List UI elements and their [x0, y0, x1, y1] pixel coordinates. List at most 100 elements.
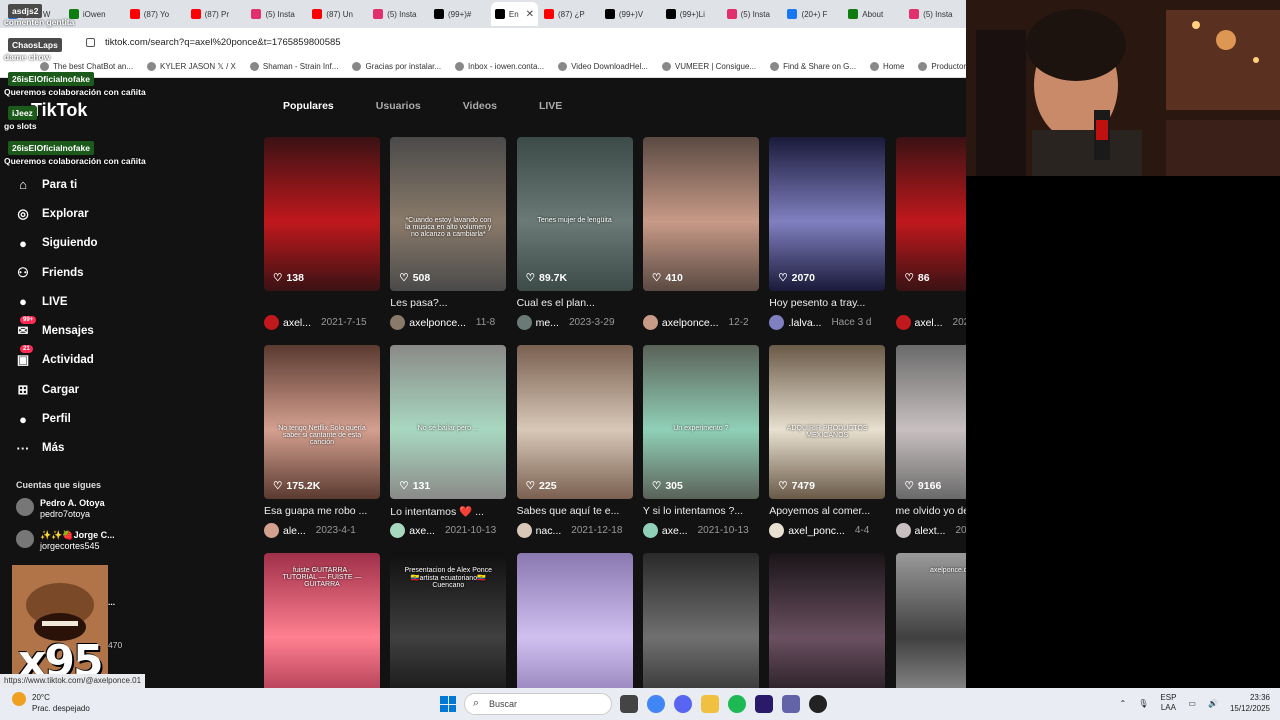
taskview-icon[interactable] — [620, 695, 638, 713]
video-card[interactable]: ADQUIRIR PRODUCTOS MEXICANOS ♡ 7479 Apoyemo… — [769, 345, 886, 538]
video-description[interactable]: Y si lo intentamos ?... — [643, 505, 759, 519]
bookmark-item[interactable]: Productor Coll — [918, 62, 966, 71]
browser-tab[interactable]: (20+) F — [783, 2, 842, 26]
close-tab-icon[interactable]: ✕ — [526, 9, 534, 20]
author-avatar[interactable] — [390, 315, 406, 330]
nav-item-7[interactable]: ⊞ Cargar — [14, 375, 98, 404]
author-name[interactable]: axelponce... — [409, 317, 466, 329]
nav-item-5[interactable]: ✉ 99+ Mensajes — [14, 316, 98, 345]
bookmark-item[interactable]: Shaman - Strain Inf... — [249, 62, 338, 71]
author-name[interactable]: axel... — [915, 317, 943, 329]
author-name[interactable]: me... — [536, 317, 559, 329]
video-description[interactable] — [264, 297, 380, 311]
video-card[interactable]: ♡ 410 axelponce... 12-2 — [642, 137, 759, 330]
browser-tab[interactable]: (99+)V — [601, 2, 660, 26]
video-card[interactable]: fuiste GUITARRA · TUTORIAL — FUISTE — GU… — [264, 553, 380, 707]
address-bar[interactable]: tiktok.com/search?q=axel%20ponce&t=17658… — [0, 28, 966, 56]
bookmark-item[interactable]: Home — [870, 62, 904, 71]
nav-item-0[interactable]: ⌂ Para ti — [14, 170, 98, 199]
video-card[interactable]: No tengo Netflix Solo quería saber si ca… — [264, 345, 380, 538]
video-description[interactable]: Sabes que aquí te e... — [517, 505, 633, 519]
browser-tab[interactable]: (5) Insta — [723, 2, 782, 26]
video-card[interactable]: ♡ 138 axel... 2021-7-15 — [264, 137, 380, 330]
search-tab[interactable]: Usuarios — [376, 100, 421, 112]
video-card[interactable]: ♡ 225 Sabes que aquí te e... nac... 2021-12-… — [516, 345, 633, 538]
nav-item-6[interactable]: ▣ 21 Actividad — [14, 345, 98, 375]
browser-tab[interactable]: (87) Un — [308, 2, 367, 26]
author-name[interactable]: axel_ponc... — [788, 525, 845, 537]
followed-account[interactable]: Pedro A. Otoya pedro7otoya — [16, 498, 105, 520]
video-description[interactable]: Hoy pesento a tray... — [769, 297, 885, 311]
video-thumbnail[interactable]: No sé bailar pero ... ♡ 131 — [390, 345, 507, 499]
video-card[interactable]: Presentacion de Alex Ponce 🇪🇨artista ecu… — [390, 553, 507, 707]
url-text[interactable]: tiktok.com/search?q=axel%20ponce&t=17658… — [105, 37, 341, 48]
video-thumbnail[interactable]: ♡ 410 — [642, 137, 759, 291]
browser-tab[interactable]: En ✕ — [490, 2, 538, 26]
video-card[interactable]: ♡ 2070 Hoy pesento a tray... .lalva... Hace … — [769, 137, 886, 330]
nav-item-2[interactable]: ● Siguiendo — [14, 229, 98, 258]
author-avatar[interactable] — [516, 315, 532, 330]
video-card[interactable] — [642, 553, 759, 707]
search-tab[interactable]: Populares — [283, 100, 334, 112]
bookmark-item[interactable]: Video DownloadHel... — [558, 62, 648, 71]
video-description[interactable]: Esa guapa me robo ... — [264, 505, 380, 519]
video-thumbnail[interactable]: ♡ 138 — [264, 137, 380, 291]
author-avatar[interactable] — [895, 315, 911, 330]
bookmark-item[interactable]: Gracias por instalar... — [352, 62, 441, 71]
video-thumbnail[interactable]: Tenes mujer de lengüita ♡ 89.7K — [516, 137, 633, 291]
author-avatar[interactable] — [264, 523, 279, 538]
chevron-up-icon[interactable]: ⌃ — [1120, 699, 1127, 708]
discord-icon[interactable] — [674, 695, 692, 713]
video-thumbnail[interactable]: ♡ 225 — [516, 345, 633, 499]
author-name[interactable]: axel... — [283, 317, 311, 329]
taskbar-search[interactable]: ⌕ Buscar — [464, 693, 612, 715]
author-name[interactable]: nac... — [536, 525, 562, 537]
nav-item-3[interactable]: ⚇ Friends — [14, 258, 98, 287]
network-icon[interactable]: ▭ — [1188, 699, 1196, 708]
author-avatar[interactable] — [769, 315, 785, 330]
author-name[interactable]: .lalva... — [788, 317, 821, 329]
nav-item-1[interactable]: ◎ Explorar — [14, 199, 98, 228]
video-description[interactable] — [643, 297, 759, 311]
author-avatar[interactable] — [642, 315, 658, 330]
browser-tab[interactable]: About — [844, 2, 903, 26]
browser-tab[interactable]: (99+)Li — [662, 2, 721, 26]
video-thumbnail[interactable]: fuiste GUITARRA · TUTORIAL — FUISTE — GU… — [264, 553, 380, 707]
bookmark-item[interactable]: Inbox - iowen.conta... — [455, 62, 544, 71]
author-name[interactable]: axelponce... — [662, 317, 719, 329]
video-thumbnail[interactable]: Presentacion de Alex Ponce 🇪🇨artista ecu… — [390, 553, 507, 707]
chrome-icon[interactable] — [647, 695, 665, 713]
video-description[interactable]: Lo intentamos ❤️ ... — [390, 505, 506, 519]
video-description[interactable]: Les pasa?... — [390, 297, 506, 311]
language-indicator[interactable]: ESP LAA — [1160, 693, 1176, 713]
video-thumbnail[interactable] — [769, 553, 886, 707]
start-button[interactable] — [440, 696, 456, 712]
author-name[interactable]: axe... — [409, 525, 435, 537]
author-name[interactable]: alext... — [915, 525, 946, 537]
author-avatar[interactable] — [516, 523, 532, 538]
bookmark-item[interactable]: VUMEER | Consigue... — [661, 62, 756, 71]
teams-icon[interactable] — [782, 695, 800, 713]
video-description[interactable]: Cual es el plan... — [517, 297, 633, 311]
microphone-icon[interactable]: 🎙 — [1138, 699, 1148, 708]
author-avatar[interactable] — [895, 523, 911, 538]
author-name[interactable]: axe... — [662, 525, 688, 537]
video-thumbnail[interactable] — [642, 553, 759, 707]
video-thumbnail[interactable]: ♡ 2070 — [769, 137, 886, 291]
site-info-icon[interactable] — [86, 37, 95, 47]
author-avatar[interactable] — [390, 523, 406, 538]
nav-item-9[interactable]: ··· Más — [14, 434, 98, 463]
video-description[interactable]: Apoyemos al comer... — [769, 505, 885, 519]
nav-item-4[interactable]: ● LIVE — [14, 287, 98, 316]
obs-icon[interactable] — [809, 695, 827, 713]
browser-tab[interactable]: (5) Insta — [247, 2, 306, 26]
bookmark-item[interactable]: The best ChatBot an... — [40, 62, 133, 71]
nav-item-8[interactable]: ● Perfil — [14, 404, 98, 433]
bookmark-item[interactable]: KYLER JASON 𝕏 / X — [147, 62, 236, 71]
weather-widget[interactable]: 20°C Prac. despejado — [12, 692, 90, 714]
bookmark-item[interactable]: Find & Share on G... — [770, 62, 856, 71]
video-thumbnail[interactable] — [516, 553, 633, 707]
video-thumbnail[interactable]: ADQUIRIR PRODUCTOS MEXICANOS ♡ 7479 — [769, 345, 886, 499]
browser-tab[interactable]: (5) Insta — [369, 2, 428, 26]
file-explorer-icon[interactable] — [701, 695, 719, 713]
